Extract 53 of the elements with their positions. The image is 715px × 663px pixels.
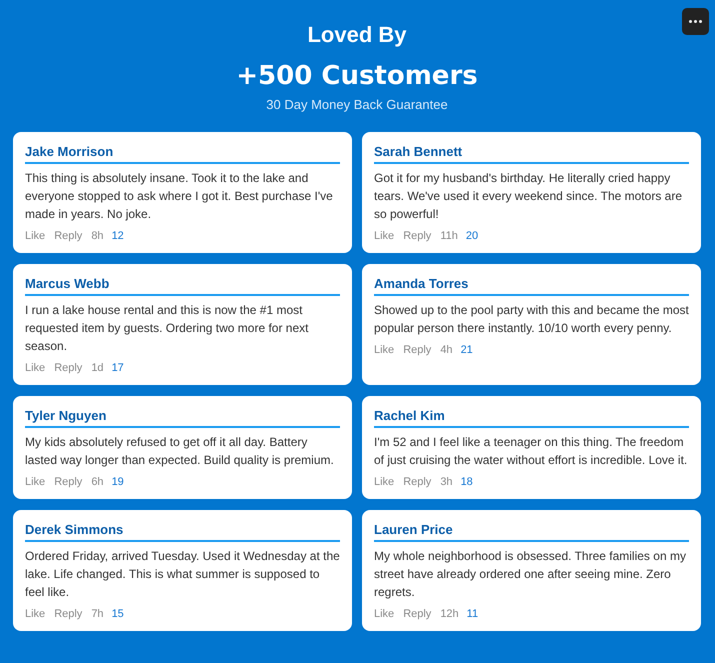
review-text: I run a lake house rental and this is now the #1 most requested item by guests. Ordering two more for next season. bbox=[25, 302, 310, 355]
time-text: 11h bbox=[440, 229, 458, 243]
reply-link[interactable]: Reply bbox=[403, 607, 432, 621]
review-text: My kids absolutely refused to get off it all day. Battery lasted way longer than expected. Build quality is premium. bbox=[25, 434, 335, 469]
like-link[interactable]: Like bbox=[25, 607, 46, 621]
like-link[interactable]: Like bbox=[25, 475, 46, 489]
review-text: Showed up to the pool party with this and became the most popular person there instantly. 10/10 worth every penny. bbox=[374, 302, 689, 337]
reviewer-name: Sarah Bennett bbox=[374, 144, 689, 164]
review-text: Got it for my husband's birthday. He literally cried happy tears. We've used it every weekend since. The motors are so powerful! bbox=[374, 170, 683, 223]
reviewer-name: Lauren Price bbox=[374, 522, 689, 542]
time-text: 4h bbox=[440, 343, 453, 357]
reply-link[interactable]: Reply bbox=[54, 361, 82, 375]
like-count: 21 bbox=[460, 343, 473, 357]
like-count: 19 bbox=[112, 475, 124, 489]
time-text: 1d bbox=[91, 361, 104, 375]
like-count: 12 bbox=[112, 229, 124, 243]
subtitle-text: 30 Day Money Back Guarantee bbox=[266, 97, 448, 113]
like-count: 17 bbox=[112, 361, 124, 375]
heading-title: Loved By bbox=[307, 21, 407, 49]
like-link[interactable]: Like bbox=[374, 229, 394, 243]
reviewer-name: Rachel Kim bbox=[374, 408, 689, 428]
reviewer-name: Amanda Torres bbox=[374, 276, 689, 296]
like-count: 11 bbox=[466, 607, 478, 621]
reviewer-name: Jake Morrison bbox=[25, 144, 340, 164]
review-text: My whole neighborhood is obsessed. Three families on my street have already ordered one after seeing mine. Zero regrets. bbox=[374, 548, 687, 601]
time-text: 7h bbox=[91, 607, 104, 621]
headline-text: +500 Customers bbox=[236, 60, 478, 93]
like-link[interactable]: Like bbox=[25, 361, 46, 375]
time-text: 3h bbox=[440, 475, 453, 489]
review-text: I'm 52 and I feel like a teenager on this thing. The freedom of just cruising the water without effort is incredible. Love it. bbox=[374, 434, 688, 469]
time-text: 12h bbox=[440, 607, 459, 621]
reviewer-name: Tyler Nguyen bbox=[25, 408, 340, 428]
reviewer-name: Derek Simmons bbox=[25, 522, 340, 542]
ellipsis-icon bbox=[689, 20, 702, 23]
reply-link[interactable]: Reply bbox=[54, 475, 82, 489]
like-link[interactable]: Like bbox=[374, 343, 394, 357]
reply-link[interactable]: Reply bbox=[54, 607, 82, 621]
reviewer-name: Marcus Webb bbox=[25, 276, 340, 296]
like-count: 20 bbox=[466, 229, 478, 243]
reply-link[interactable]: Reply bbox=[54, 229, 82, 243]
like-count: 15 bbox=[112, 607, 124, 621]
reply-link[interactable]: Reply bbox=[403, 475, 432, 489]
review-text: Ordered Friday, arrived Tuesday. Used it Wednesday at the lake. Life changed. This is what summer is supposed to feel like. bbox=[25, 548, 340, 601]
time-text: 6h bbox=[91, 475, 104, 489]
more-options-button[interactable] bbox=[682, 8, 709, 35]
reply-link[interactable]: Reply bbox=[403, 343, 432, 357]
like-link[interactable]: Like bbox=[374, 475, 394, 489]
like-link[interactable]: Like bbox=[25, 229, 46, 243]
like-count: 18 bbox=[460, 475, 473, 489]
reply-link[interactable]: Reply bbox=[403, 229, 432, 243]
review-text: This thing is absolutely insane. Took it to the lake and everyone stopped to ask where I got it. Best purchase I've made in years. No joke. bbox=[25, 170, 334, 223]
like-link[interactable]: Like bbox=[374, 607, 394, 621]
time-text: 8h bbox=[91, 229, 104, 243]
